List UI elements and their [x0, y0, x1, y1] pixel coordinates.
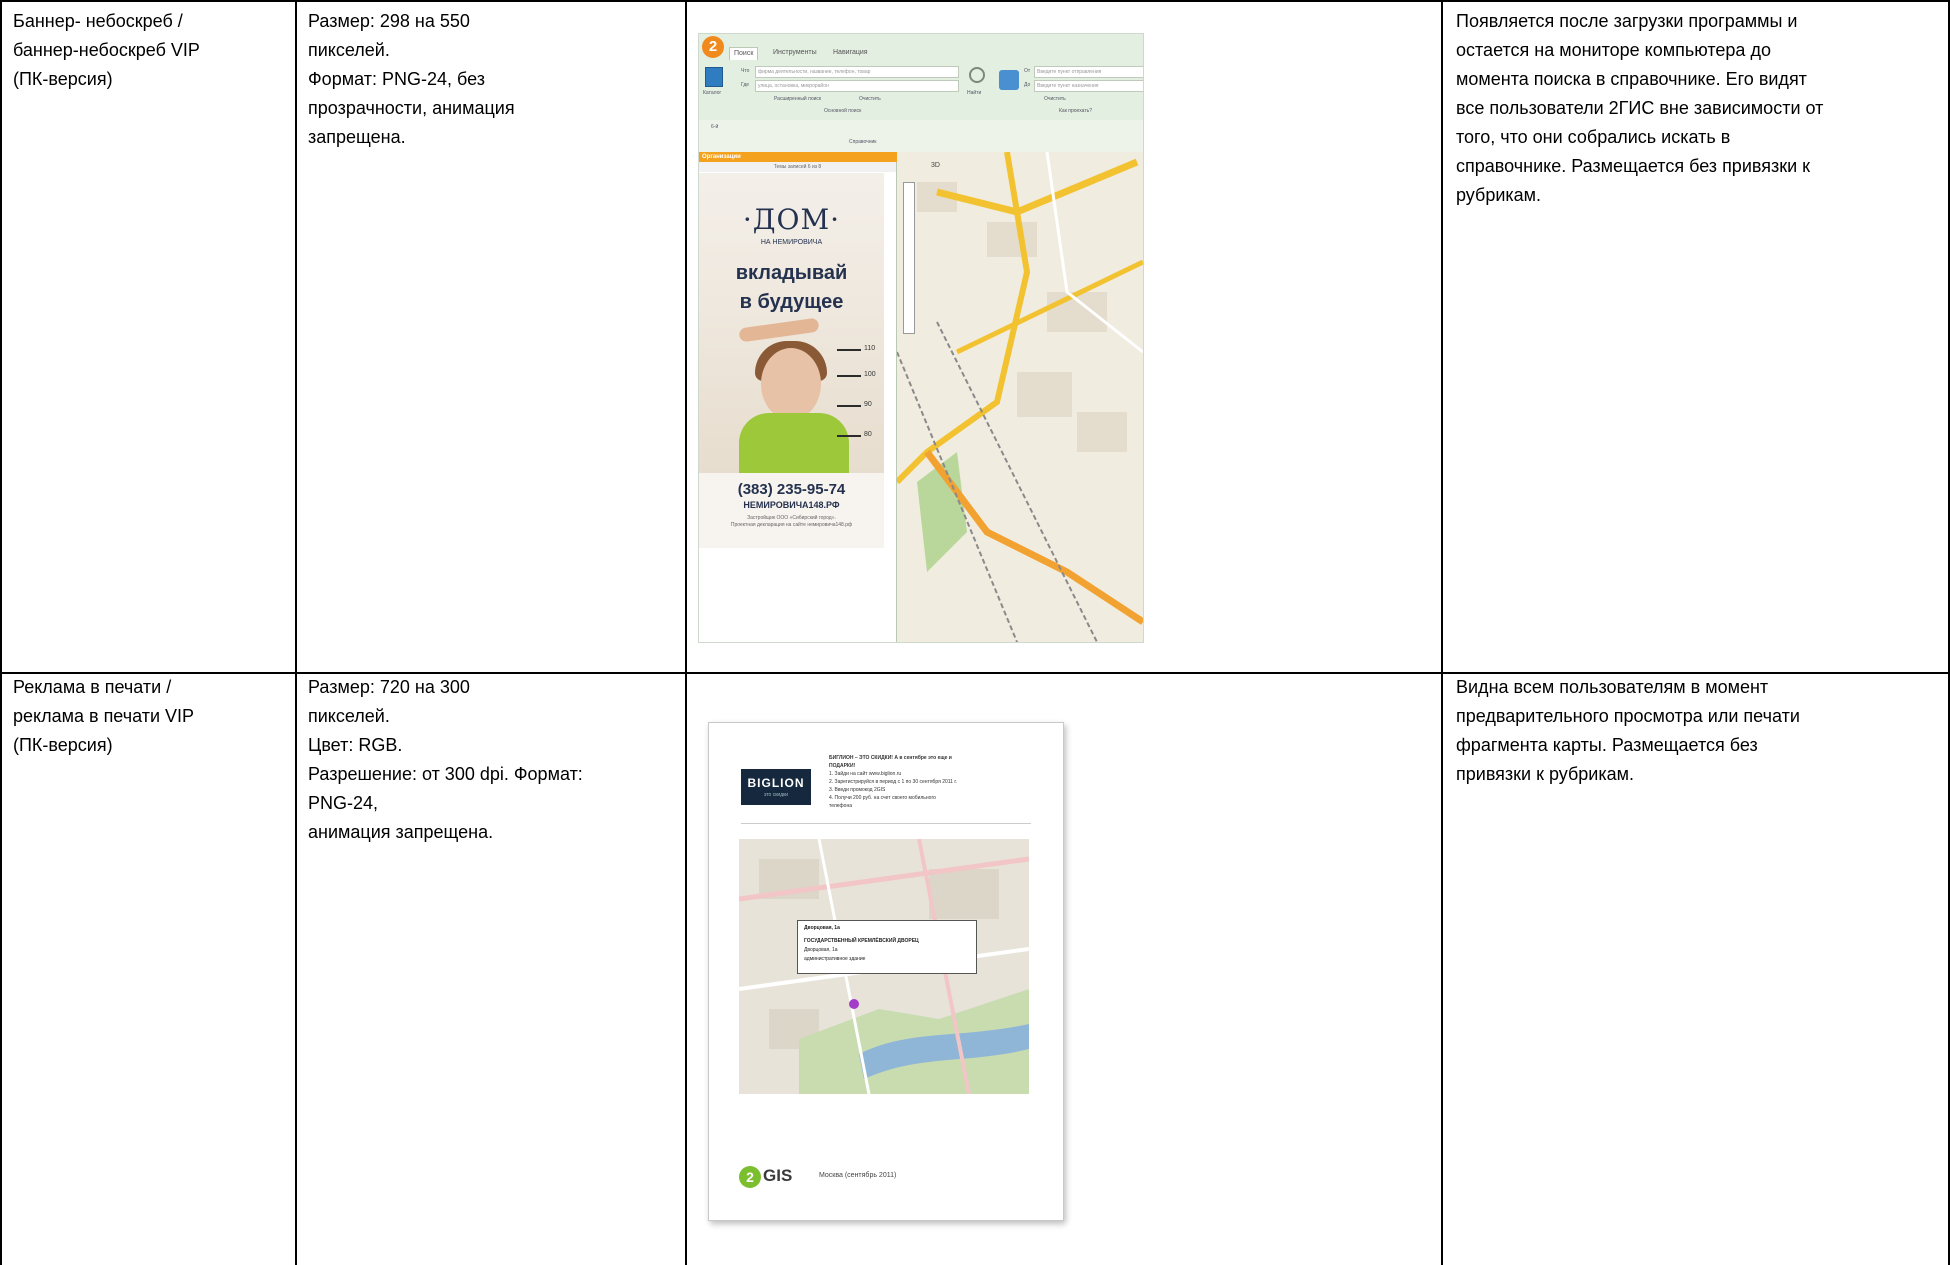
height-mark-label: 90: [864, 401, 872, 408]
banner-fineprint: Застройщик ООО «Сибирский город». Проект…: [699, 515, 884, 529]
route-icon[interactable]: [999, 70, 1019, 90]
height-mark-label: 80: [864, 431, 872, 438]
2gis-logo-icon: 2: [702, 36, 724, 58]
ad-text-line: БИГЛИОН – ЭТО СКИДКИ! А в сентябре это е…: [829, 755, 952, 761]
where-input[interactable]: улица, остановка, микрорайон: [755, 80, 959, 92]
to-input[interactable]: Введите пункт назначения: [1034, 80, 1143, 92]
search-icon[interactable]: [969, 67, 985, 83]
banner-brand: ·ДОМ·: [742, 203, 841, 236]
to-label: До: [1024, 82, 1031, 88]
table-border: [0, 0, 2, 1265]
main-search-caption: Основной поиск: [824, 108, 862, 114]
what-label: Что: [741, 68, 750, 74]
popup-line: Дворцовая, 1а: [804, 947, 838, 953]
row-1-description: Появляется после загрузки программы и ос…: [1456, 11, 1824, 205]
clear-link[interactable]: Очистить: [859, 96, 881, 102]
banner-phone: (383) 235-95-74: [737, 481, 846, 498]
ad-text-line: 2. Зарегистрируйся в период с 1 по 30 се…: [829, 779, 957, 785]
app-sidebar: Организации Темы записей 6 из 8 ·ДОМ· НА…: [699, 152, 899, 642]
girl-illustration: [739, 413, 849, 473]
table-border: [685, 0, 687, 1265]
row-2-name: Реклама в печати / реклама в печати VIP …: [13, 677, 195, 755]
table-border: [0, 0, 1950, 2]
banner-slogan-line-2: в будущее: [739, 291, 844, 313]
ad-text-line: 4. Получи 200 руб. на счет своего мобиль…: [829, 795, 936, 801]
catalog-icon[interactable]: [705, 67, 723, 87]
banner-slogan-line-1: вкладывай: [735, 262, 848, 284]
tab-navigation[interactable]: Навигация: [829, 47, 872, 59]
biglion-logo: BIGLION это скидки: [741, 769, 811, 805]
height-mark: [837, 349, 861, 351]
ad-text-line: 1. Зайди на сайт www.biglion.ru: [829, 771, 902, 777]
skyscraper-banner[interactable]: ·ДОМ· НА НЕМИРОВИЧА вкладывай в будущее …: [699, 173, 884, 548]
map-info-popup: Дворцовая, 1а ГОСУДАРСТВЕННЫЙ КРЕМЛЁВСКИ…: [797, 920, 977, 974]
table-border: [1441, 0, 1443, 1265]
divider: [741, 823, 1031, 824]
layer-label[interactable]: 6-й: [711, 124, 718, 130]
banner-brand-sub: НА НЕМИРОВИЧА: [760, 239, 823, 246]
print-caption: Москва (сентябрь 2011): [819, 1172, 897, 1179]
popup-line: административное здание: [804, 956, 866, 962]
height-mark: [837, 435, 861, 437]
printed-map: Дворцовая, 1а ГОСУДАРСТВЕННЫЙ КРЕМЛЁВСКИ…: [739, 839, 1029, 1094]
height-mark: [837, 375, 861, 377]
biglion-logo-text: BIGLION: [747, 776, 805, 790]
popup-line: ГОСУДАРСТВЕННЫЙ КРЕМЛЁВСКИЙ ДВОРЕЦ: [804, 938, 919, 944]
from-label: От: [1024, 68, 1031, 74]
ad-text-line: 3. Введи промокод 2GIS: [829, 787, 886, 793]
what-input[interactable]: фирма деятельности, название, телефон, т…: [755, 66, 959, 78]
banner-photo: ·ДОМ· НА НЕМИРОВИЧА вкладывай в будущее …: [699, 173, 884, 473]
biglion-logo-sub: это скидки: [763, 792, 789, 798]
ad-text-line: ПОДАРКИ!: [829, 763, 856, 769]
banner-slogan: вкладывай в будущее: [699, 259, 884, 317]
tab-tools[interactable]: Инструменты: [769, 47, 821, 59]
table-border: [295, 0, 297, 1265]
view-3d-button[interactable]: 3D: [931, 162, 940, 169]
city-map[interactable]: 3D: [897, 152, 1143, 642]
girl-illustration: [761, 348, 821, 420]
catalog-label: Каталог: [703, 90, 722, 96]
directory-dropdown[interactable]: Справочник: [849, 139, 877, 145]
from-input[interactable]: Введите пункт отправления: [1034, 66, 1143, 78]
results-counter: Темы записей 6 из 8: [699, 162, 896, 172]
map-roads: [897, 152, 1143, 642]
find-label: Найти: [967, 90, 982, 96]
route-clear-link[interactable]: Очистить: [1044, 96, 1066, 102]
height-mark: [837, 405, 861, 407]
row-1-specs: Размер: 298 на 550 пикселей. Формат: PNG…: [308, 11, 515, 147]
tab-search[interactable]: Поиск: [729, 47, 759, 60]
ad-text-line: телефона: [829, 803, 852, 809]
organizations-header: Организации: [699, 152, 899, 162]
spec-table: Баннер- небоскреб / баннер-небоскреб VIP…: [0, 0, 1950, 1265]
app-ribbon: 2 Поиск Инструменты Навигация Каталог Чт…: [699, 34, 1143, 121]
where-label: Где: [741, 82, 750, 88]
2gis-logo-word: GIS: [763, 1166, 793, 1185]
row-2-specs: Размер: 720 на 300 пикселей. Цвет: RGB. …: [308, 677, 583, 842]
height-mark-label: 110: [864, 345, 876, 352]
popup-line: Дворцовая, 1а: [804, 925, 840, 931]
how-to-get-caption: Как проехать?: [1059, 108, 1093, 114]
zoom-slider[interactable]: [903, 182, 915, 334]
app-toolbar: 6-й Справочник: [699, 120, 1143, 153]
row-1-name: Баннер- небоскреб / баннер-небоскреб VIP…: [13, 11, 200, 89]
row-2-description: Видна всем пользователям в момент предва…: [1456, 677, 1800, 784]
banner-site: НЕМИРОВИЧА148.РФ: [743, 500, 840, 510]
print-preview-page: BIGLION это скидки БИГЛИОН – ЭТО СКИДКИ!…: [708, 722, 1064, 1221]
height-mark-label: 100: [864, 371, 876, 378]
banner-fineprint-line: Застройщик ООО «Сибирский город».: [747, 515, 836, 521]
app-screenshot: 2 Поиск Инструменты Навигация Каталог Чт…: [698, 33, 1144, 643]
2gis-logo-icon: 2: [739, 1166, 761, 1188]
advanced-search-link[interactable]: Расширенный поиск: [774, 96, 821, 102]
banner-fineprint-line: Проектная декларация на сайте немировича…: [730, 522, 853, 528]
girl-illustration: [738, 317, 820, 343]
2gis-logo-digit: 2: [746, 1169, 754, 1185]
